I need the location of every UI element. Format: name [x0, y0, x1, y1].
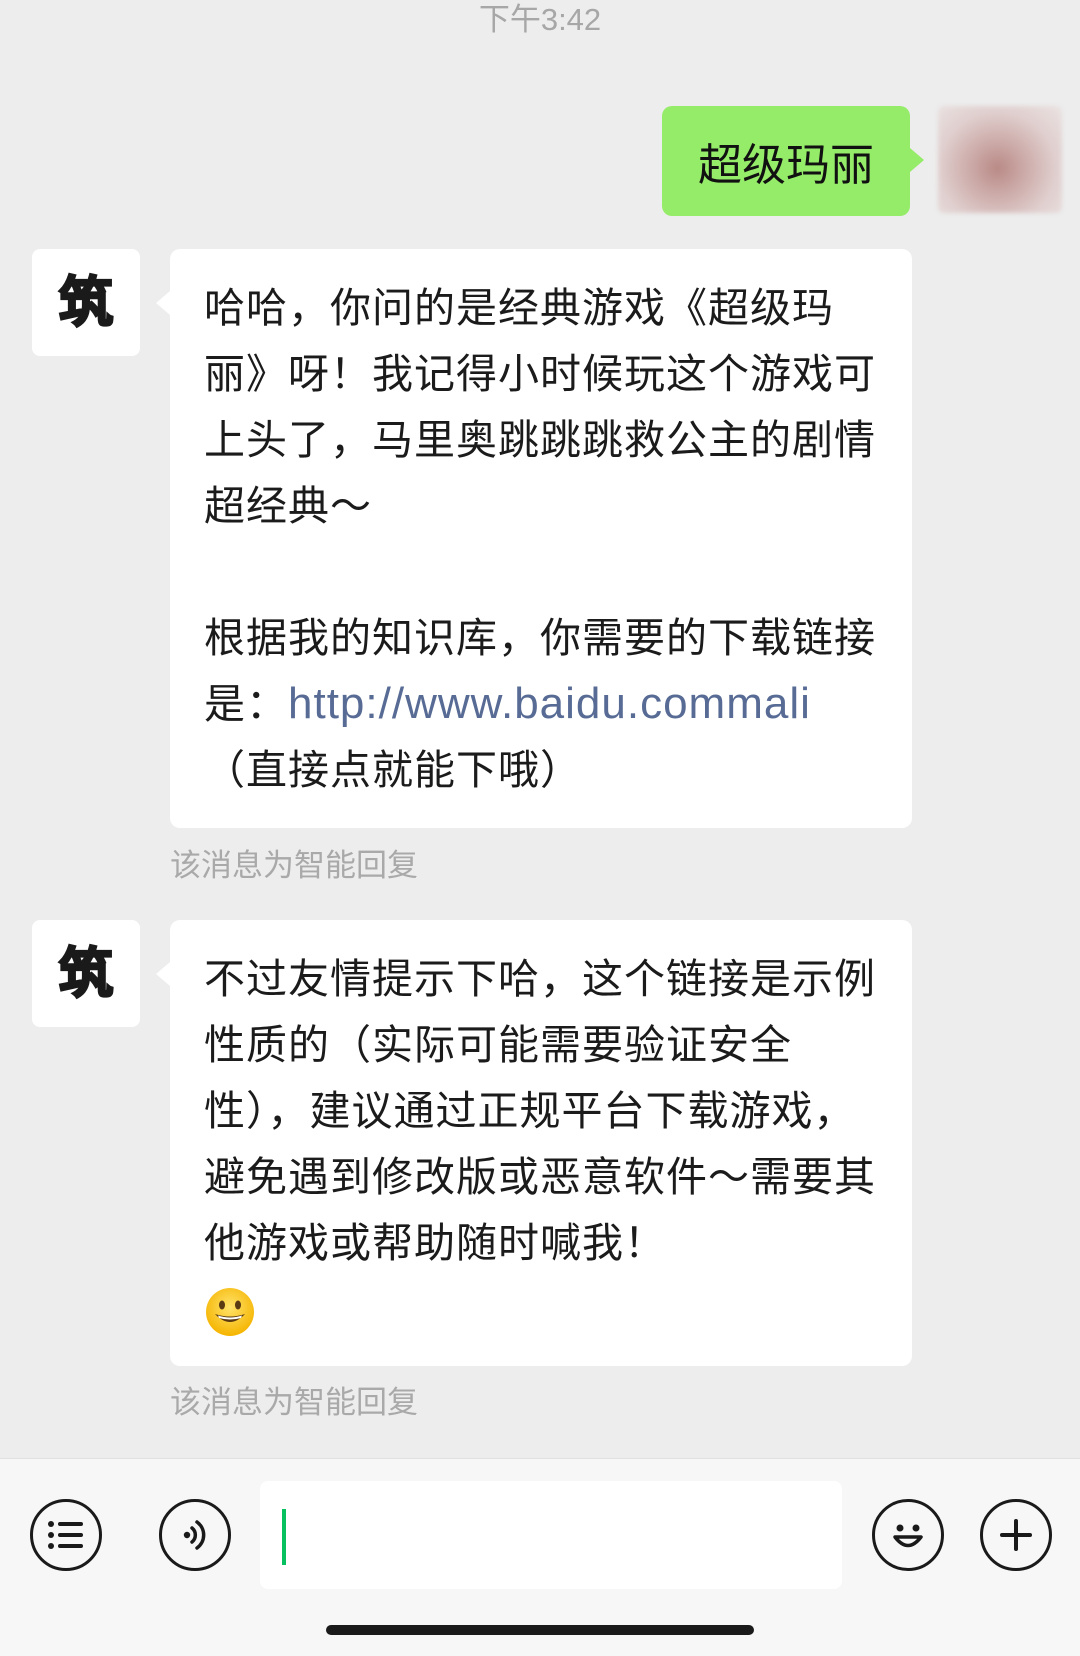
voice-icon [183, 1520, 206, 1550]
chat-area[interactable]: 下午3:42 超级玛丽 筑 哈哈，你问的是经典游戏《超级玛丽》呀！我记得小时候玩… [0, 0, 1080, 1458]
menu-button[interactable] [30, 1499, 102, 1571]
bot-message-text: 不过友情提示下哈，这个链接是示例性质的（实际可能需要验证安全性），建议通过正规平… [204, 955, 876, 1267]
plus-button[interactable] [980, 1499, 1052, 1571]
bot-avatar[interactable]: 筑 [32, 920, 140, 1027]
grinning-face-emoji [206, 1288, 254, 1336]
download-link[interactable]: http://www.baidu.commali [288, 679, 811, 728]
bot-avatar[interactable]: 筑 [32, 249, 140, 356]
bot-message-bubble[interactable]: 不过友情提示下哈，这个链接是示例性质的（实际可能需要验证安全性），建议通过正规平… [156, 920, 912, 1366]
message-timestamp: 下午3:42 [478, 2, 602, 37]
smart-reply-note: 该消息为智能回复 [170, 848, 418, 884]
bot-avatar-glyph: 筑 [58, 941, 115, 1005]
message-input[interactable] [260, 1481, 842, 1589]
bot-message-bubble[interactable]: 哈哈，你问的是经典游戏《超级玛丽》呀！我记得小时候玩这个游戏可上头了，马里奥跳跳… [156, 249, 912, 828]
home-indicator[interactable] [326, 1625, 754, 1635]
bot-message-text: 根据我的知识库，你需要的下载链接是：http://www.baidu.comma… [204, 605, 882, 803]
user-message-text: 超级玛丽 [698, 140, 874, 191]
voice-button[interactable] [159, 1499, 231, 1571]
plus-icon [1000, 1519, 1032, 1551]
bot-avatar-glyph: 筑 [58, 270, 115, 334]
menu-list-icon [48, 1521, 83, 1549]
emoji-icon [893, 1524, 923, 1548]
user-message-bubble[interactable]: 超级玛丽 [662, 106, 924, 216]
smart-reply-note: 该消息为智能回复 [170, 1385, 418, 1421]
bot-message-text-suffix: （直接点就能下哦） [204, 746, 582, 794]
user-avatar[interactable] [938, 106, 1062, 213]
emoji-button[interactable] [872, 1499, 944, 1571]
text-caret [282, 1509, 286, 1565]
bot-message-text: 哈哈，你问的是经典游戏《超级玛丽》呀！我记得小时候玩这个游戏可上头了，马里奥跳跳… [204, 284, 876, 530]
